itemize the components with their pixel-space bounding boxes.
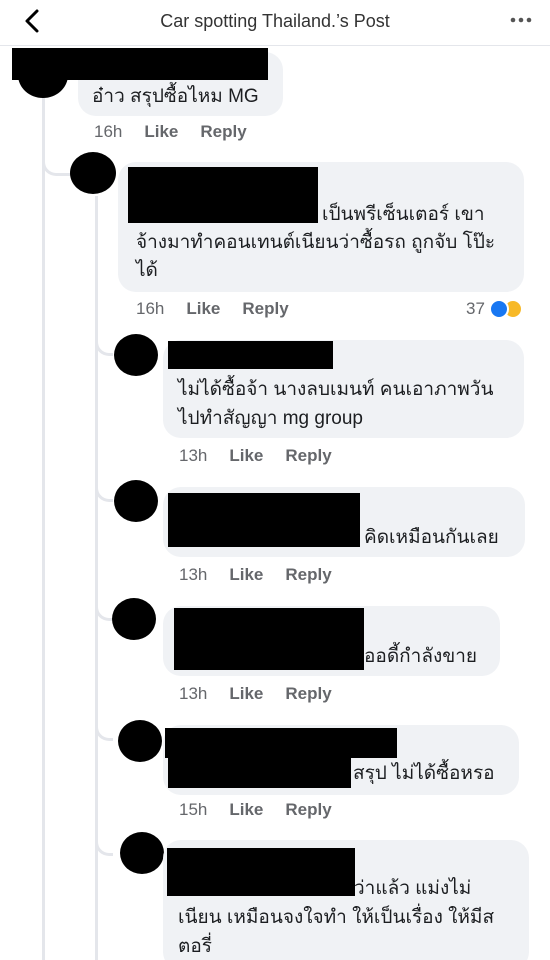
avatar[interactable]	[112, 598, 156, 640]
comment-text: คิดเหมือนกันเลย	[364, 527, 499, 548]
reaction-count: 37	[466, 299, 485, 318]
like-button[interactable]: Like	[229, 565, 263, 584]
avatar[interactable]	[114, 334, 158, 376]
like-button[interactable]: Like	[144, 122, 178, 141]
comment-text: อ๋าว สรุปซื้อไหม MG	[92, 86, 259, 107]
comment-text: ไม่ได้ซื้อจ้า นางลบเมนท์ คนเอาภาพวัน	[178, 379, 494, 400]
comment-time: 16h	[136, 299, 165, 318]
redacted-name	[174, 608, 364, 670]
more-options-icon[interactable]	[508, 10, 534, 30]
reply-button[interactable]: Reply	[285, 565, 331, 584]
avatar[interactable]	[70, 152, 116, 194]
page-title: Car spotting Thailand.’s Post	[160, 11, 390, 31]
thread-line	[42, 96, 45, 960]
comment-text: ว่าแล้ว แม่งไม่	[354, 878, 472, 899]
comment-text: เป็นพรีเซ็นเตอร์ เขา	[322, 204, 485, 225]
like-reaction-icon	[488, 299, 509, 319]
redacted-name	[12, 48, 268, 80]
reply-button[interactable]: Reply	[285, 684, 331, 703]
comment-time: 13h	[179, 446, 208, 465]
comment-actions: 15h Like Reply	[179, 800, 332, 820]
comment-time: 13h	[179, 684, 208, 703]
comment-time: 15h	[179, 800, 208, 819]
comment-text: เนียน เหมือนจงใจทำ ให้เป็นเรื่อง ให้มีส	[178, 907, 495, 928]
comment-text: ออดี้กำลังขาย	[364, 646, 478, 667]
post-header: Car spotting Thailand.’s Post	[0, 0, 550, 46]
redacted-name	[168, 341, 333, 369]
redacted-name	[165, 728, 397, 758]
avatar[interactable]	[114, 480, 158, 522]
thread-branch	[42, 150, 72, 176]
comment-actions: 13h Like Reply	[179, 446, 332, 466]
comment-time: 16h	[94, 122, 123, 141]
comment-text: ไปทำสัญญา mg group	[178, 408, 363, 429]
like-button[interactable]: Like	[229, 446, 263, 465]
comment-time: 13h	[179, 565, 208, 584]
like-button[interactable]: Like	[186, 299, 220, 318]
avatar[interactable]	[118, 720, 162, 762]
comment-actions: 16h Like Reply	[136, 299, 289, 319]
reaction-summary[interactable]: 37	[466, 299, 523, 319]
comment-actions: 13h Like Reply	[179, 684, 332, 704]
comment-text: สรุป ไม่ได้ซื้อหรอ	[353, 763, 495, 784]
comment-text: ตอรี่	[178, 936, 212, 957]
redacted-name	[168, 493, 360, 547]
redacted-name	[167, 848, 355, 896]
reply-button[interactable]: Reply	[242, 299, 288, 318]
like-button[interactable]: Like	[229, 684, 263, 703]
comment-text: จ้างมาทำคอนเทนต์เนียนว่าซื้อรถ ถูกจับ โป…	[136, 232, 496, 253]
comment-actions: 16h Like Reply	[94, 122, 247, 142]
avatar[interactable]	[120, 832, 164, 874]
reply-button[interactable]: Reply	[285, 446, 331, 465]
redacted-name	[168, 756, 351, 788]
redacted-name	[128, 167, 318, 223]
reply-button[interactable]: Reply	[200, 122, 246, 141]
comment-text: ได้	[136, 260, 158, 281]
comment-actions: 13h Like Reply	[179, 565, 332, 585]
like-button[interactable]: Like	[229, 800, 263, 819]
reply-button[interactable]: Reply	[285, 800, 331, 819]
